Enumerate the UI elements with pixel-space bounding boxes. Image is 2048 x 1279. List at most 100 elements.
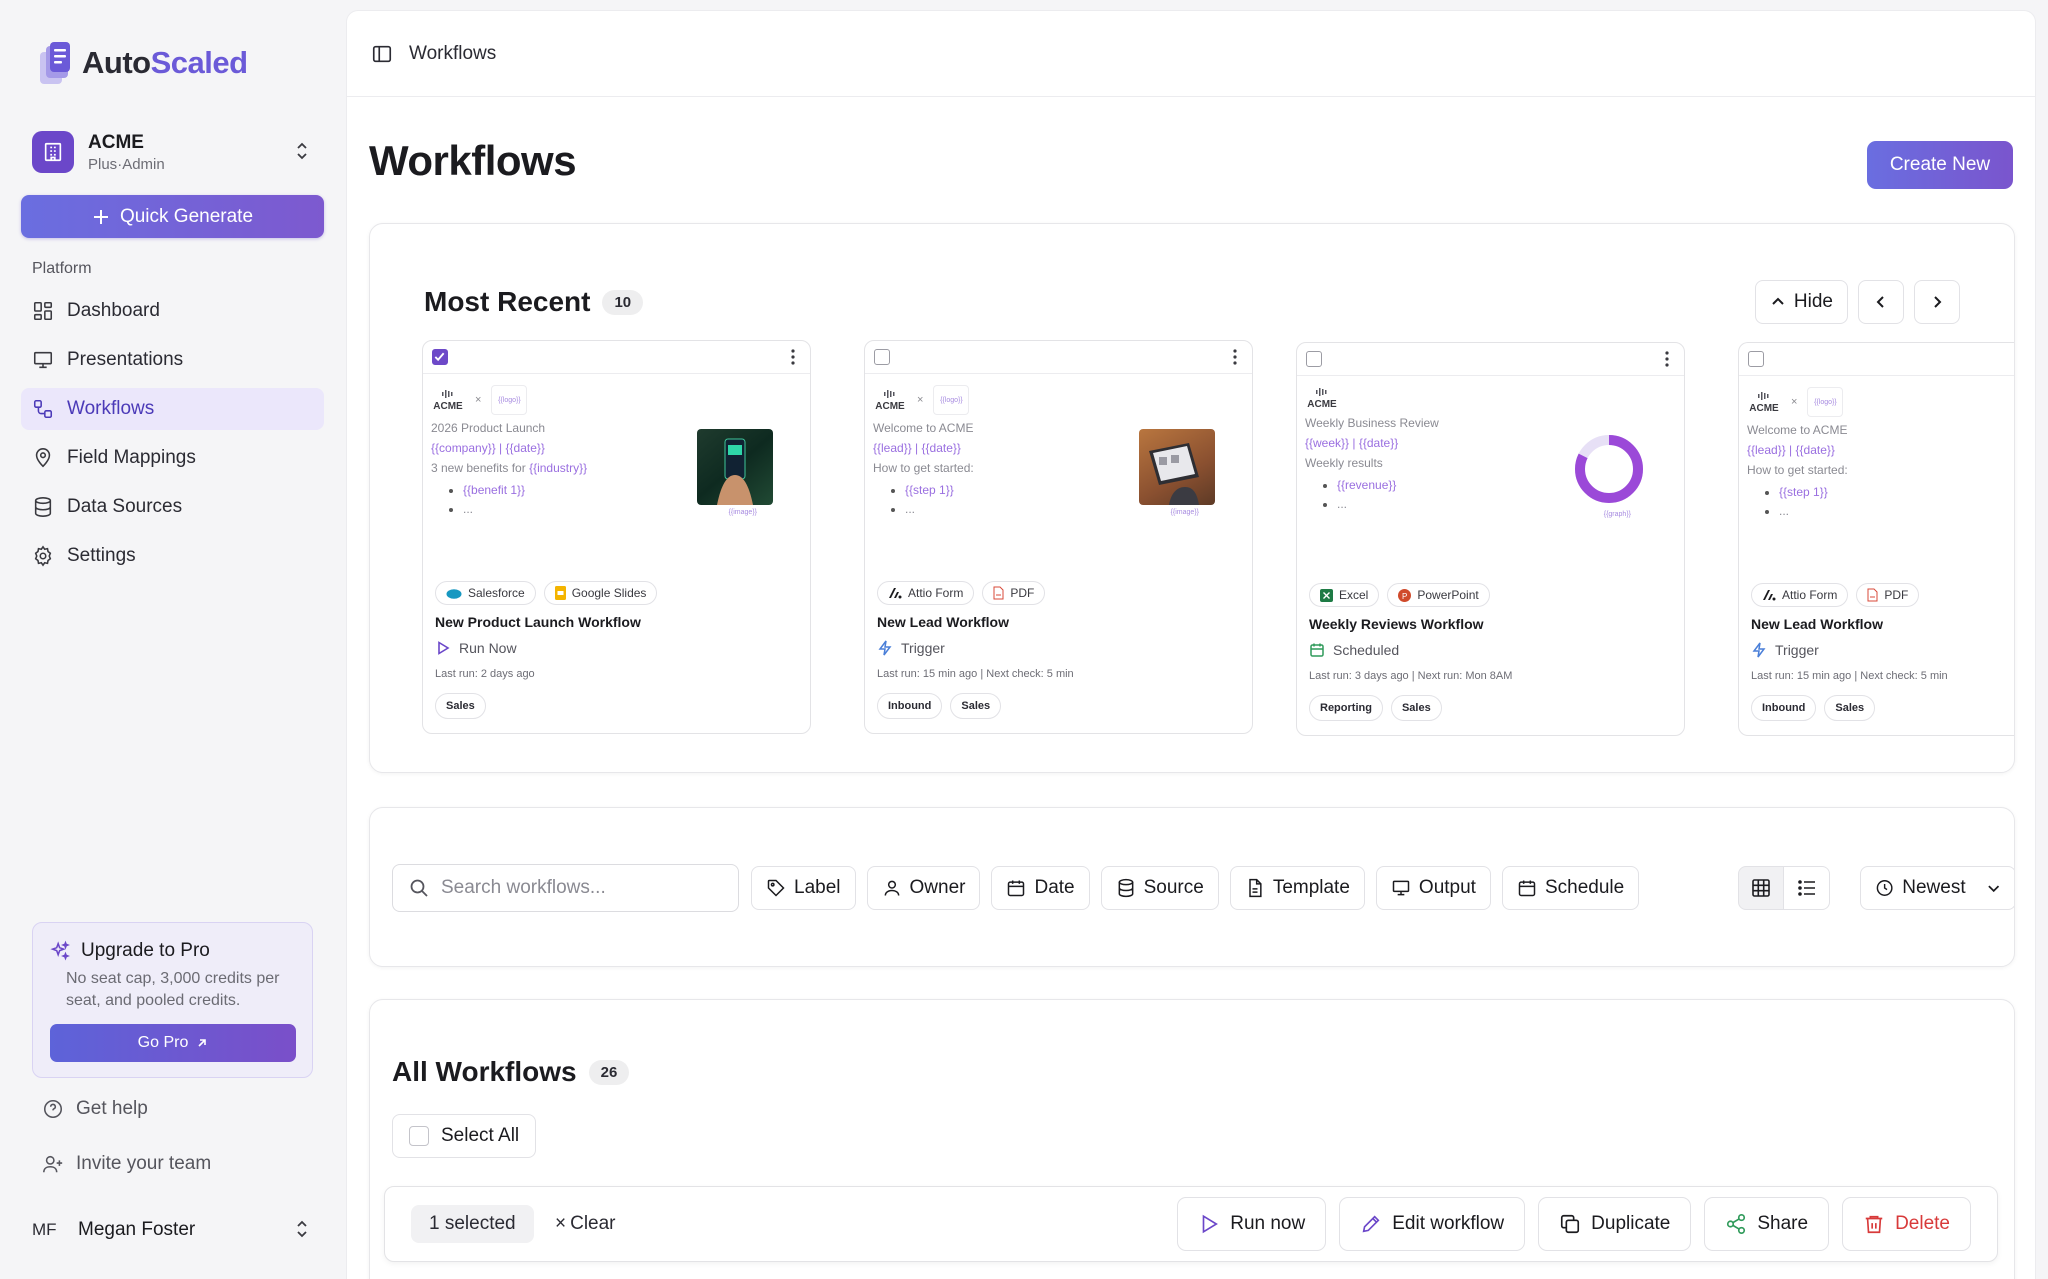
- pdf-icon: [1867, 588, 1878, 602]
- grid-view-button[interactable]: [1738, 866, 1784, 910]
- search-icon: [410, 879, 428, 897]
- org-plan: Plus·Admin: [88, 155, 165, 173]
- google-slides-icon: [554, 586, 566, 600]
- template-preview: ACME × {{logo}} Welcome to ACME {{lead}}…: [1747, 387, 2014, 547]
- duplicate-button[interactable]: Duplicate: [1538, 1197, 1692, 1251]
- source-tag: Excel: [1309, 583, 1380, 607]
- label-tag: Sales: [1390, 695, 1442, 721]
- trigger-action[interactable]: Trigger: [1751, 642, 1819, 658]
- more-vertical-icon[interactable]: [790, 348, 796, 366]
- clear-selection-button[interactable]: × Clear: [555, 1205, 616, 1243]
- count-badge: 10: [602, 289, 644, 315]
- checkbox[interactable]: [409, 1126, 429, 1146]
- create-new-button[interactable]: Create New: [1867, 141, 2013, 189]
- excel-icon: [1320, 588, 1333, 602]
- sidebar-item-presentations[interactable]: Presentations: [21, 339, 324, 381]
- workflow-name: Weekly Reviews Workflow: [1309, 616, 1484, 632]
- filter-owner[interactable]: Owner: [866, 866, 981, 910]
- calendar-icon: [1518, 880, 1536, 897]
- sidebar-item-settings[interactable]: Settings: [21, 535, 324, 577]
- card-checkbox[interactable]: [1306, 351, 1322, 367]
- scheduled-action[interactable]: Scheduled: [1309, 642, 1399, 658]
- filter-template[interactable]: Template: [1229, 866, 1365, 910]
- sidebar-item-field-mappings[interactable]: Field Mappings: [21, 437, 324, 479]
- building-icon: [32, 131, 74, 173]
- filter-output[interactable]: Output: [1375, 866, 1491, 910]
- phone-image: [697, 429, 773, 505]
- selected-count: 1 selected: [411, 1205, 534, 1243]
- play-icon: [1202, 1214, 1219, 1234]
- delete-button[interactable]: Delete: [1842, 1197, 1971, 1251]
- run-now-action[interactable]: Run Now: [435, 640, 517, 656]
- template-preview: ACME Weekly Business Review {{week}} | {…: [1305, 387, 1675, 547]
- grid-icon: [1752, 879, 1770, 897]
- label-tag: Sales: [435, 693, 486, 719]
- source-tag: Google Slides: [543, 581, 658, 605]
- card-checkbox[interactable]: [1748, 351, 1764, 367]
- next-button[interactable]: [1914, 280, 1960, 324]
- workflow-card[interactable]: ACME × {{logo}} Welcome to ACME {{lead}}…: [864, 340, 1253, 734]
- gear-icon: [34, 545, 52, 567]
- sidebar-item-dashboard[interactable]: Dashboard: [21, 290, 324, 332]
- salesforce-icon: [446, 588, 462, 599]
- sidebar-item-workflows[interactable]: Workflows: [21, 388, 324, 430]
- bulk-action-bar: 1 selected × Clear Run now Edit workflow…: [384, 1186, 1998, 1262]
- label-tag: Inbound: [877, 693, 943, 719]
- logo-mark-icon: [38, 40, 72, 86]
- clock-icon: [1876, 880, 1893, 896]
- workflow-card[interactable]: ACME × {{logo}} Welcome to ACME {{lead}}…: [1738, 342, 2014, 736]
- map-pin-icon: [35, 448, 51, 468]
- card-checkbox[interactable]: [432, 349, 448, 365]
- laptop-image: [1139, 429, 1215, 505]
- search-input[interactable]: [441, 877, 721, 899]
- hide-button[interactable]: Hide: [1754, 280, 1848, 324]
- filter-date[interactable]: Date: [991, 866, 1090, 910]
- sort-dropdown[interactable]: Newest: [1860, 866, 2014, 910]
- sidebar-nav: Dashboard Presentations Workflows Field …: [21, 290, 324, 584]
- dashboard-icon: [33, 301, 53, 321]
- share-icon: [1727, 1214, 1746, 1234]
- more-vertical-icon[interactable]: [1232, 348, 1238, 366]
- pdf-icon: [993, 586, 1004, 600]
- run-now-button[interactable]: Run now: [1177, 1197, 1327, 1251]
- get-help-link[interactable]: Get help: [42, 1098, 148, 1120]
- invite-team-link[interactable]: Invite your team: [42, 1153, 211, 1175]
- list-icon: [1797, 880, 1815, 896]
- search-field[interactable]: [392, 864, 739, 912]
- more-vertical-icon[interactable]: [1664, 350, 1670, 368]
- workflow-name: New Product Launch Workflow: [435, 614, 641, 630]
- sidebar-toggle-icon[interactable]: [371, 43, 393, 65]
- filter-schedule[interactable]: Schedule: [1501, 866, 1640, 910]
- lightning-icon: [1752, 642, 1766, 658]
- user-icon: [884, 880, 899, 896]
- app-logo[interactable]: AutoScaled: [38, 40, 248, 86]
- workflow-icon: [33, 399, 53, 419]
- quick-generate-button[interactable]: Quick Generate: [21, 195, 324, 238]
- upgrade-card: Upgrade to Pro No seat cap, 3,000 credit…: [32, 922, 313, 1078]
- user-menu[interactable]: MF Megan Foster: [32, 1212, 322, 1248]
- workflow-name: New Lead Workflow: [877, 614, 1009, 630]
- section-title: Most Recent: [424, 286, 591, 317]
- trigger-action[interactable]: Trigger: [877, 640, 945, 656]
- most-recent-section: Most Recent 10 Hide ACME × {{logo}} 2026…: [369, 223, 2015, 773]
- go-pro-button[interactable]: Go Pro: [50, 1024, 296, 1062]
- acme-logo-icon: [1758, 391, 1769, 400]
- calendar-icon: [1008, 880, 1025, 897]
- share-button[interactable]: Share: [1704, 1197, 1830, 1251]
- filter-source[interactable]: Source: [1100, 866, 1219, 910]
- filter-label[interactable]: Label: [751, 866, 856, 910]
- edit-workflow-button[interactable]: Edit workflow: [1339, 1197, 1526, 1251]
- copy-icon: [1561, 1214, 1580, 1234]
- help-circle-icon: [43, 1099, 63, 1119]
- sidebar-item-data-sources[interactable]: Data Sources: [21, 486, 324, 528]
- workflow-card[interactable]: ACME × {{logo}} 2026 Product Launch {{co…: [422, 340, 811, 734]
- main-panel: Workflows Workflows Create New Most Rece…: [346, 10, 2036, 1279]
- sidebar: AutoScaled ACME Plus·Admin Quick Generat…: [0, 0, 346, 1279]
- page-title: Workflows: [369, 137, 577, 184]
- list-view-button[interactable]: [1784, 866, 1830, 910]
- card-checkbox[interactable]: [874, 349, 890, 365]
- select-all-checkbox[interactable]: Select All: [392, 1114, 537, 1158]
- workflow-card[interactable]: ACME Weekly Business Review {{week}} | {…: [1296, 342, 1685, 736]
- org-switcher[interactable]: ACME Plus·Admin: [32, 128, 322, 176]
- previous-button[interactable]: [1858, 280, 1904, 324]
